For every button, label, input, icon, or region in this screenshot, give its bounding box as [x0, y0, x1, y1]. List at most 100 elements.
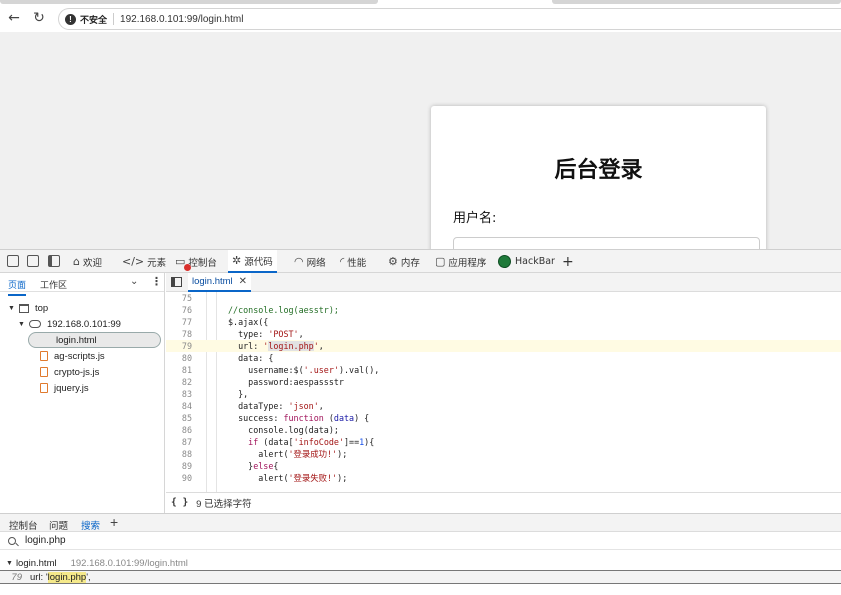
code-line[interactable]: 78 type: 'POST', [166, 328, 841, 340]
code-editor[interactable]: 75 76 //console.log(aesstr); 77 $.ajax({ 7… [166, 292, 841, 492]
result-file-name: login.html [15, 558, 57, 569]
drawer-tab-console[interactable]: 控制台 [9, 518, 38, 532]
code-text: password:aespassstr [228, 377, 344, 387]
tree-item-file-selected[interactable]: login.html [28, 332, 161, 348]
line-number: 83 [181, 389, 192, 399]
dock-icon[interactable] [48, 255, 60, 267]
search-result-line[interactable]: 79 url: ' login.php ', [0, 570, 841, 584]
tree-item-top[interactable]: ▼ top [8, 300, 48, 316]
tab-application[interactable]: ▢ 应用程序 [435, 250, 486, 273]
code-line[interactable]: 83 }, [166, 388, 841, 400]
tab-label: HackBar [515, 256, 555, 267]
username-input[interactable] [453, 237, 760, 249]
toggle-navigator-icon[interactable] [171, 277, 182, 287]
pretty-print-button[interactable]: { } [171, 497, 188, 508]
tree-item-file[interactable]: ag-scripts.js [40, 348, 105, 364]
back-arrow-icon[interactable]: ← [6, 10, 22, 26]
line-number: 88 [181, 449, 192, 459]
code-text: username:$('.user').val(), [228, 365, 380, 375]
page-title: 后台登录 [554, 158, 643, 183]
tree-item-file[interactable]: crypto-js.js [40, 364, 99, 380]
tab-label: 元素 [147, 257, 167, 269]
device-emulation-icon[interactable] [27, 255, 39, 267]
line-number: 89 [181, 461, 192, 471]
page-viewport: 后台登录 用户名: [0, 32, 841, 249]
code-line-highlighted[interactable]: 79 url: 'login.php', [166, 340, 841, 352]
reload-icon[interactable]: ↻ [31, 10, 47, 26]
inspect-icon[interactable] [7, 255, 19, 267]
code-line[interactable]: 81 username:$('.user').val(), [166, 364, 841, 376]
code-line[interactable]: 90 alert('登录失败!'); [166, 472, 841, 484]
tree-item-host[interactable]: ▼ 192.168.0.101:99 [18, 316, 121, 332]
code-line[interactable]: 89 }else{ [166, 460, 841, 472]
tab-performance[interactable]: ◜ 性能 [340, 250, 366, 273]
line-number: 84 [181, 401, 192, 411]
tab-memory[interactable]: ⚙ 内存 [388, 250, 420, 273]
code-line[interactable]: 76 //console.log(aesstr); [166, 304, 841, 316]
code-text: //console.log(aesstr); [228, 305, 339, 315]
expand-triangle-icon[interactable]: ▼ [8, 305, 15, 312]
wifi-icon: ◠ [294, 255, 304, 268]
search-query[interactable]: login.php [25, 535, 66, 546]
url-field[interactable]: ! 不安全 192.168.0.101:99/login.html [58, 8, 841, 30]
application-icon: ▢ [435, 255, 446, 268]
code-line[interactable]: 88 alert('登录成功!'); [166, 448, 841, 460]
code-line[interactable]: 82 password:aespassstr [166, 376, 841, 388]
close-icon[interactable]: ✕ [239, 276, 247, 287]
editor-tab-file[interactable]: login.html ✕ [188, 273, 252, 292]
code-line[interactable]: 84 dataType: 'json', [166, 400, 841, 412]
add-tab-plus-icon[interactable]: + [562, 250, 574, 273]
line-number: 80 [181, 353, 192, 363]
tab-label: 性能 [347, 257, 367, 269]
expand-triangle-icon[interactable]: ▼ [18, 321, 25, 328]
tab[interactable] [552, 0, 841, 4]
tab-workspace[interactable]: 工作区 [40, 278, 67, 291]
line-number: 87 [181, 437, 192, 447]
gauge-icon: ◜ [340, 255, 345, 268]
selection-status: 9 已选择字符 [196, 498, 252, 510]
code-text: url: 'login.php', [228, 341, 324, 351]
drawer-tabs: 控制台 问题 搜索 + [0, 513, 841, 536]
line-number: 90 [181, 473, 192, 483]
search-input[interactable]: login.php [0, 532, 841, 550]
tab-hackbar[interactable]: HackBar [498, 250, 555, 273]
url-text[interactable]: 192.168.0.101:99/login.html [120, 14, 243, 25]
line-number: 76 [181, 305, 192, 315]
code-line[interactable]: 86 console.log(data); [166, 424, 841, 436]
tab[interactable] [0, 0, 378, 4]
code-line[interactable]: 75 [166, 292, 841, 304]
code-text: success: function (data) { [228, 413, 370, 423]
editor-tab-label: login.html [192, 276, 233, 287]
result-suffix: ', [86, 571, 91, 583]
tree-label: 192.168.0.101:99 [46, 318, 121, 330]
code-text: alert('登录失败!'); [228, 473, 348, 483]
result-prefix: url: ' [30, 571, 48, 583]
tab-elements[interactable]: </> 元素 [122, 250, 166, 273]
add-drawer-plus-icon[interactable]: + [110, 514, 118, 530]
more-options-icon[interactable]: ⋮ [151, 275, 162, 288]
frame-icon [18, 303, 29, 313]
cloud-icon [28, 320, 41, 328]
tab-page[interactable]: 页面 [8, 278, 27, 296]
tree-item-file[interactable]: jquery.js [40, 380, 89, 396]
hackbar-icon [498, 255, 511, 268]
chevron-down-icon[interactable]: ⌄ [130, 276, 138, 287]
drawer-tab-issues[interactable]: 问题 [49, 518, 68, 532]
expand-triangle-icon[interactable]: ▼ [6, 560, 13, 567]
tab-welcome[interactable]: ⌂ 欢迎 [73, 250, 102, 273]
code-line[interactable]: 80 data: { [166, 352, 841, 364]
code-line[interactable]: 77 $.ajax({ [166, 316, 841, 328]
tree-label: top [34, 302, 49, 314]
warning-icon[interactable]: ! [65, 13, 76, 25]
search-result-file[interactable]: ▼ login.html 192.168.0.101:99/login.html [0, 557, 841, 570]
tab-sources[interactable]: ✲ 源代码 [228, 250, 277, 273]
security-label[interactable]: 不安全 [80, 13, 107, 26]
tab-label: 控制台 [188, 257, 217, 269]
result-line-number: 79 [11, 571, 22, 583]
code-line[interactable]: 85 success: function (data) { [166, 412, 841, 424]
code-text: dataType: 'json', [228, 401, 324, 411]
tab-network[interactable]: ◠ 网络 [294, 250, 326, 273]
code-text: alert('登录成功!'); [228, 449, 348, 459]
code-line[interactable]: 87 if (data['infoCode']==1){ [166, 436, 841, 448]
tab-console[interactable]: ▭ 控制台 [175, 250, 217, 273]
